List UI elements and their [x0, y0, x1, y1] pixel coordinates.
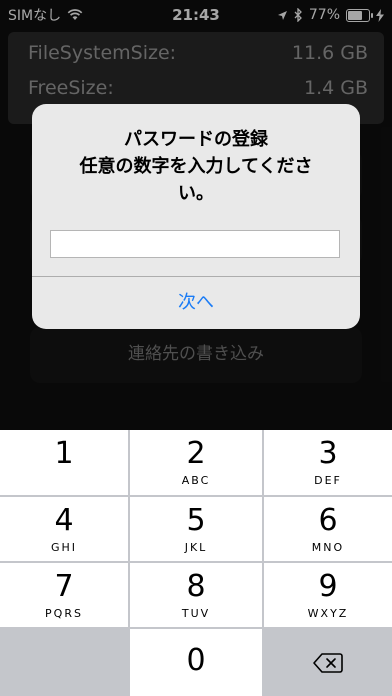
next-button[interactable]: 次へ: [32, 277, 360, 329]
key-digit: 4: [54, 503, 74, 538]
key-digit: 5: [186, 503, 206, 538]
key-1[interactable]: 1: [0, 430, 128, 495]
key-digit: 3: [318, 436, 338, 471]
key-digit: 2: [186, 436, 206, 471]
key-digit: 0: [186, 643, 206, 678]
numeric-keypad: 1 2 ABC 3 DEF 4 GHI 5 JKL 6 MNO 7 PQRS 8…: [0, 430, 392, 696]
key-6[interactable]: 6 MNO: [264, 497, 392, 561]
key-letters: WXYZ: [307, 607, 349, 620]
key-digit: 7: [54, 569, 74, 604]
key-digit: 6: [318, 503, 338, 538]
key-7[interactable]: 7 PQRS: [0, 563, 128, 627]
key-2[interactable]: 2 ABC: [130, 430, 262, 495]
key-letters: JKL: [184, 541, 208, 554]
password-input[interactable]: [50, 230, 340, 258]
delete-key[interactable]: [264, 629, 392, 696]
key-0[interactable]: 0: [130, 629, 262, 696]
key-digit: 8: [186, 569, 206, 604]
password-alert-dialog: パスワードの登録 任意の数字を入力してくださ い。 次へ: [32, 104, 360, 329]
key-letters: TUV: [181, 607, 211, 620]
key-letters: MNO: [311, 541, 345, 554]
key-5[interactable]: 5 JKL: [130, 497, 262, 561]
key-8[interactable]: 8 TUV: [130, 563, 262, 627]
key-3[interactable]: 3 DEF: [264, 430, 392, 495]
key-letters: PQRS: [45, 607, 83, 620]
key-digit: 9: [318, 569, 338, 604]
backspace-icon: [313, 652, 343, 673]
key-blank: [0, 629, 128, 696]
key-letters: ABC: [181, 474, 211, 487]
key-letters: GHI: [50, 541, 78, 554]
key-digit: 1: [54, 436, 74, 471]
key-letters: DEF: [314, 474, 342, 487]
key-4[interactable]: 4 GHI: [0, 497, 128, 561]
key-9[interactable]: 9 WXYZ: [264, 563, 392, 627]
alert-title: パスワードの登録 任意の数字を入力してくださ い。: [79, 129, 313, 204]
